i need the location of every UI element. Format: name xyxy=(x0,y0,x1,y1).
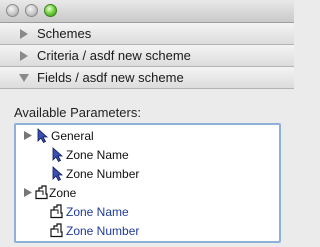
tree-item-zone-name[interactable]: Zone Name xyxy=(24,146,264,164)
tree-item-label: Zone Number xyxy=(66,167,140,181)
window-titlebar xyxy=(0,0,294,23)
disclosure-collapsed-icon[interactable] xyxy=(20,51,28,61)
tree-item-zone-name[interactable]: Zone Name xyxy=(24,203,264,221)
cursor-arrow-icon xyxy=(52,147,63,162)
zone-stamp-icon xyxy=(35,185,48,200)
cursor-arrow-icon xyxy=(52,166,63,181)
tree-item-zone-number[interactable]: Zone Number xyxy=(24,165,264,183)
available-parameters-label: Available Parameters: xyxy=(14,105,141,120)
disclosure-expanded-icon[interactable] xyxy=(19,74,29,82)
section-label: Fields / asdf new scheme xyxy=(37,70,184,85)
zone-stamp-icon xyxy=(50,223,63,238)
section-criteria[interactable]: Criteria / asdf new scheme xyxy=(0,45,294,67)
disclosure-collapsed-icon[interactable] xyxy=(24,188,32,197)
minimize-button[interactable] xyxy=(25,4,38,17)
tree-item-label: Zone Name xyxy=(66,205,129,219)
section-label: Criteria / asdf new scheme xyxy=(37,48,191,63)
section-fields[interactable]: Fields / asdf new scheme xyxy=(0,67,294,89)
zoom-button[interactable] xyxy=(44,4,57,17)
cursor-arrow-icon xyxy=(37,128,48,143)
close-button[interactable] xyxy=(6,4,19,17)
tree-item-label: Zone xyxy=(49,186,77,200)
tree-item-general[interactable]: General xyxy=(24,127,264,145)
tree-item-zone-number[interactable]: Zone Number xyxy=(24,222,264,240)
tree-item-label: General xyxy=(51,129,94,143)
zone-stamp-icon xyxy=(50,204,63,219)
tree-item-zone[interactable]: Zone xyxy=(24,184,264,202)
disclosure-collapsed-icon[interactable] xyxy=(20,29,28,39)
section-label: Schemes xyxy=(37,26,92,41)
parameters-tree[interactable]: General Zone Name Zone Number Zone Zone … xyxy=(14,123,281,243)
section-schemes[interactable]: Schemes xyxy=(0,23,294,45)
disclosure-collapsed-icon[interactable] xyxy=(24,131,32,140)
tree-item-label: Zone Number xyxy=(66,224,140,238)
tree-item-label: Zone Name xyxy=(66,148,129,162)
